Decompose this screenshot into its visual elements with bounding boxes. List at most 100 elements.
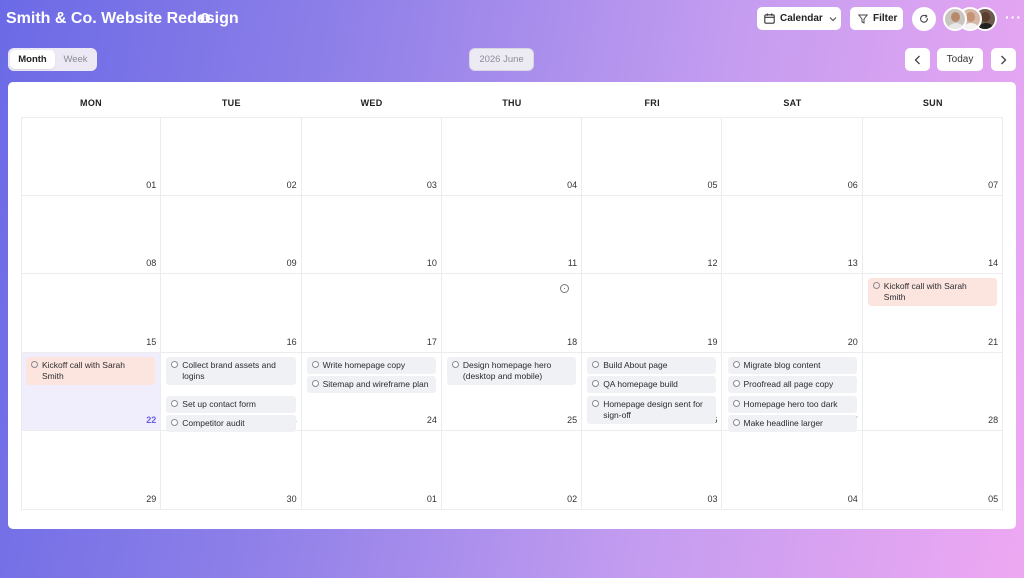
calendar-event[interactable]: Homepage hero too dark [727,395,857,413]
calendar-view-label: Calendar [780,13,823,24]
day-number: 05 [707,179,718,190]
event-title: Smith [42,370,64,381]
day-cell[interactable]: 09 [161,195,302,275]
more-icon[interactable]: ··· [1005,10,1022,24]
event-status-icon[interactable] [592,360,600,368]
day-number: 30 [286,493,297,504]
event-status-icon[interactable] [732,399,740,407]
day-number: 29 [146,493,157,504]
day-cell[interactable]: 05 [582,117,723,196]
calendar-event[interactable]: Write homepage copy [306,356,436,374]
day-number: 10 [426,258,437,269]
calendar-event[interactable]: Kickoff call with Sarah Smith [26,356,156,385]
event-title: Migrate blog content [743,359,821,370]
event-status-icon[interactable] [592,380,600,388]
day-number: 16 [286,336,297,347]
day-cell[interactable]: 30 [161,431,302,510]
calendar-event[interactable]: Collect brand assets and logins [166,356,296,385]
refresh-button[interactable] [912,7,936,31]
day-cell[interactable]: 01 [21,117,162,196]
day-cell[interactable]: 07 [862,117,1004,196]
event-title: sign-off [603,409,631,420]
day-number: 03 [426,179,437,190]
day-cell[interactable]: 17 [301,274,442,353]
weekday-tue: TUE [221,98,241,108]
day-cell[interactable]: 12 [582,195,723,275]
day-cell[interactable]: 06 [722,117,863,196]
day-cell[interactable]: 02 [441,431,583,510]
week-view-button[interactable]: Week [56,50,95,69]
calendar-event[interactable]: Design homepage hero (desktop and mobile) [446,356,577,385]
day-cell[interactable]: 15 [21,274,162,353]
calendar-event[interactable]: Competitor audit [166,415,296,433]
day-cell[interactable]: 20 [722,274,863,353]
calendar-event[interactable]: QA homepage build [587,376,717,394]
day-number: 07 [988,179,999,190]
month-view-button[interactable]: Month [10,50,55,69]
event-status-icon[interactable] [732,380,740,388]
weekday-mon: MON [80,98,102,108]
calendar-event[interactable]: Migrate blog content [727,356,857,374]
calendar-view-button[interactable]: Calendar [757,7,841,30]
event-title: Smith [883,292,906,303]
weekday-thu: THU [502,98,522,108]
day-cell[interactable]: 01 [301,431,442,510]
event-status-icon[interactable] [451,360,459,368]
day-cell[interactable]: 03 [301,117,442,196]
event-status-icon[interactable] [31,360,38,368]
day-number: 17 [426,336,437,347]
event-title: Set up contact form [182,398,256,409]
day-number: 11 [567,258,578,269]
add-event-icon[interactable] [559,283,569,293]
event-status-icon[interactable] [171,419,179,427]
event-status-icon[interactable] [732,360,740,368]
day-number: 02 [567,493,578,504]
day-cell[interactable]: 29 [21,431,162,510]
event-status-icon[interactable] [171,399,179,407]
calendar-event[interactable]: Build About page [587,356,717,374]
day-cell[interactable]: 03 [582,431,723,510]
day-cell[interactable]: 04 [441,117,583,196]
day-cell[interactable]: 08 [21,195,162,275]
day-cell[interactable]: 14 [862,195,1004,275]
day-cell[interactable]: 28 [862,352,1004,432]
day-cell[interactable]: 05 [862,431,1004,510]
event-status-icon[interactable] [592,399,600,407]
view-toggle: Month Week [8,48,97,71]
event-status-icon[interactable] [872,282,880,290]
day-cell[interactable]: 02 [161,117,302,196]
calendar-event[interactable]: Homepage design sent for sign-off [587,395,717,424]
refresh-icon [920,14,928,23]
day-number: 02 [286,179,297,190]
previous-month-button[interactable] [905,48,930,71]
day-number: 21 [988,336,999,347]
calendar-event[interactable]: Proofread all page copy [727,376,857,394]
calendar-event[interactable]: Make headline larger [727,415,857,433]
day-cell[interactable]: 04 [722,431,863,510]
avatar[interactable] [943,7,967,31]
weekday-sun: SUN [922,98,943,108]
event-status-icon[interactable] [311,360,319,368]
day-cell[interactable]: 19 [582,274,723,353]
day-cell[interactable]: 16 [161,274,302,353]
day-cell[interactable]: 11 [441,195,583,275]
next-month-button[interactable] [991,48,1016,71]
today-button[interactable]: Today [937,48,983,71]
calendar-event[interactable]: Sitemap and wireframe plan [306,376,436,394]
current-period[interactable]: 2026 June [469,48,534,71]
event-title: Build About page [603,359,668,370]
calendar-event[interactable]: Set up contact form [166,395,296,413]
calendar-event[interactable]: Kickoff call with Sarah Smith [867,278,998,307]
event-status-icon[interactable] [311,380,319,388]
event-status-icon[interactable] [171,360,179,368]
event-title: Homepage hero too dark [743,398,838,409]
filter-button[interactable]: Filter [850,7,903,30]
chevron-down-icon [829,16,837,21]
day-cell[interactable]: 10 [301,195,442,275]
event-title: (desktop and mobile) [462,370,543,381]
day-number: 08 [146,258,157,269]
day-cell[interactable]: 13 [722,195,863,275]
event-status-icon[interactable] [732,419,740,427]
day-number: 28 [988,415,999,426]
info-icon[interactable]: i [200,13,210,23]
